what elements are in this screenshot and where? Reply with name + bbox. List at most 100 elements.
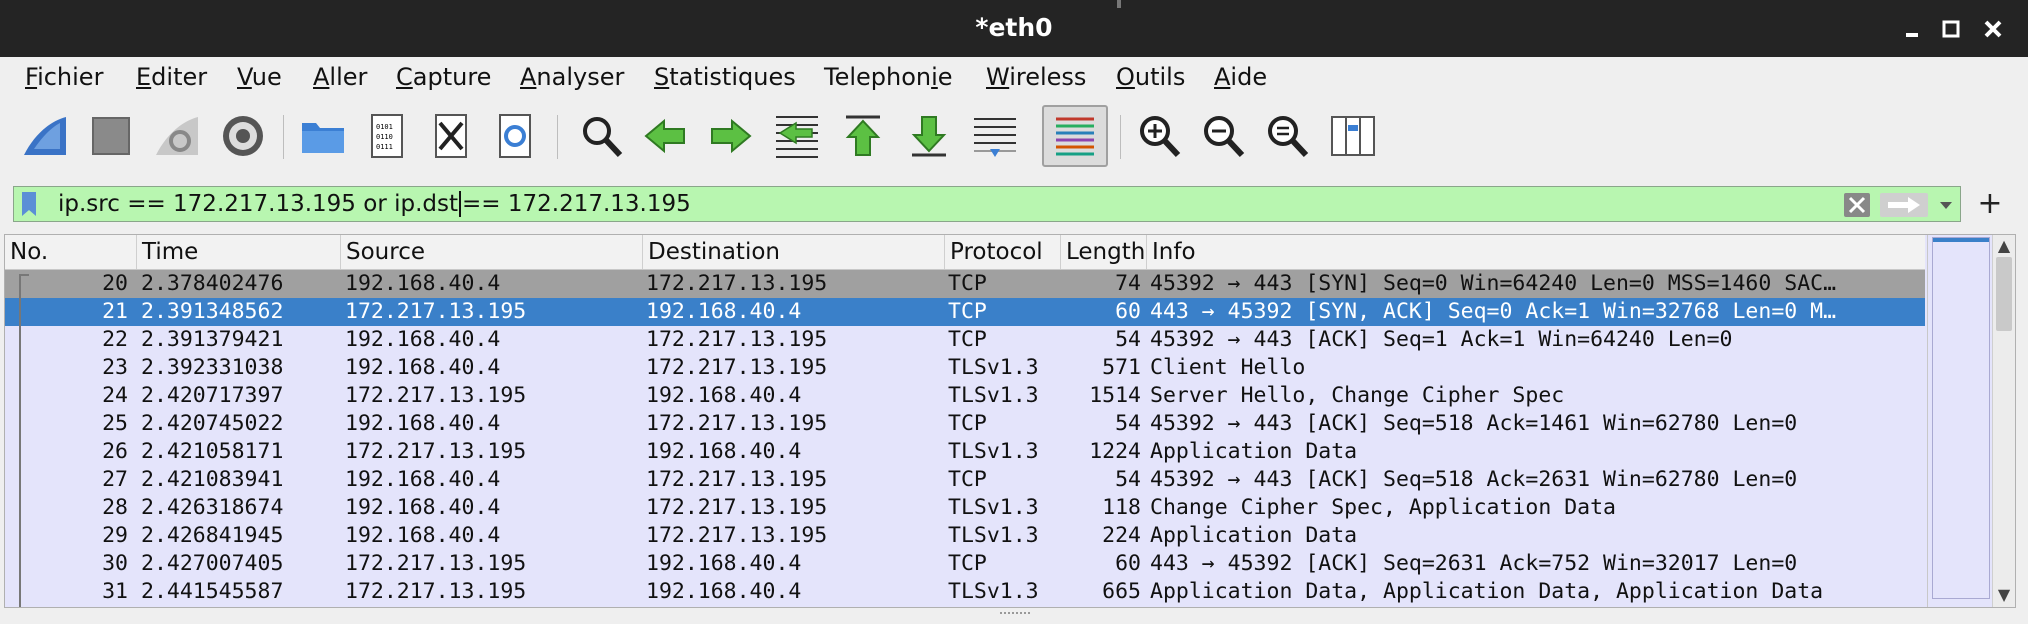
cell-source: 172.217.13.195	[345, 551, 527, 576]
display-filter-bar[interactable]: ip.src == 172.217.13.195 or ip.dst == 172…	[13, 186, 1961, 222]
normal-size-icon[interactable]	[1260, 109, 1314, 163]
capture-options-gear-icon[interactable]	[216, 109, 270, 163]
table-row[interactable]: 23 2.392331038 192.168.40.4 172.217.13.1…	[5, 354, 1925, 382]
cell-destination: 192.168.40.4	[646, 551, 802, 576]
go-back-icon[interactable]	[638, 109, 692, 163]
filter-bookmark-icon[interactable]	[22, 192, 36, 216]
column-header-time[interactable]: Time	[137, 235, 341, 269]
packet-list-scroll-area: ▲ ▼	[1927, 235, 2015, 607]
reload-file-icon[interactable]	[488, 109, 542, 163]
menu-fichier[interactable]: Fichier	[25, 63, 103, 91]
minimize-icon[interactable]	[1898, 14, 1928, 44]
cell-no: 24	[102, 383, 128, 408]
cell-destination: 172.217.13.195	[646, 495, 828, 520]
table-row[interactable]: 30 2.427007405 172.217.13.195 192.168.40…	[5, 550, 1925, 578]
cell-protocol: TLSv1.3	[948, 523, 1039, 548]
save-file-icon[interactable]: 0101 0110 0111	[360, 109, 414, 163]
menu-telephonie[interactable]: Telephonie	[824, 63, 953, 91]
find-packet-icon[interactable]	[574, 109, 628, 163]
table-row[interactable]: 27 2.421083941 192.168.40.4 172.217.13.1…	[5, 466, 1925, 494]
scroll-up-icon[interactable]: ▲	[1996, 238, 2012, 254]
column-header-no[interactable]: No.	[5, 235, 137, 269]
cell-time: 2.426841945	[141, 523, 284, 548]
cell-destination: 172.217.13.195	[646, 467, 828, 492]
display-filter-input[interactable]: ip.src == 172.217.13.195 or ip.dst == 172…	[58, 191, 691, 217]
cell-destination: 172.217.13.195	[646, 355, 828, 380]
shark-fin-start-icon[interactable]	[18, 109, 72, 163]
cell-destination: 172.217.13.195	[646, 327, 828, 352]
restart-capture-icon[interactable]	[150, 109, 204, 163]
autoscroll-icon[interactable]	[968, 109, 1022, 163]
column-header-source[interactable]: Source	[341, 235, 643, 269]
cell-no: 27	[102, 467, 128, 492]
menu-analyser[interactable]: Analyser	[520, 63, 624, 91]
go-forward-icon[interactable]	[704, 109, 758, 163]
column-header-length[interactable]: Length	[1061, 235, 1147, 269]
table-row-selected[interactable]: 21 2.391348562 172.217.13.195 192.168.40…	[5, 298, 1925, 326]
menu-vue[interactable]: Vue	[237, 63, 282, 91]
scroll-down-icon[interactable]: ▼	[1996, 587, 2012, 603]
menu-aide[interactable]: Aide	[1214, 63, 1267, 91]
column-header-destination[interactable]: Destination	[643, 235, 945, 269]
zoom-out-icon[interactable]	[1196, 109, 1250, 163]
cell-protocol: TCP	[948, 467, 987, 492]
cell-time: 2.378402476	[141, 271, 284, 296]
cell-length: 1514	[1089, 383, 1141, 408]
zoom-in-icon[interactable]	[1132, 109, 1186, 163]
packet-rows: 20 2.378402476 192.168.40.4 172.217.13.1…	[5, 270, 1925, 607]
cell-source: 192.168.40.4	[345, 495, 501, 520]
menu-editer[interactable]: Editer	[136, 63, 207, 91]
resize-columns-icon[interactable]	[1326, 109, 1380, 163]
close-file-icon[interactable]	[424, 109, 478, 163]
table-row[interactable]: 24 2.420717397 172.217.13.195 192.168.40…	[5, 382, 1925, 410]
vertical-scrollbar[interactable]: ▲ ▼	[1992, 235, 2015, 607]
column-header-protocol[interactable]: Protocol	[945, 235, 1061, 269]
table-row[interactable]: 31 2.441545587 172.217.13.195 192.168.40…	[5, 578, 1925, 606]
open-folder-icon[interactable]	[296, 109, 350, 163]
cell-source: 172.217.13.195	[345, 383, 527, 408]
cell-length: 571	[1102, 355, 1141, 380]
table-row[interactable]: 20 2.378402476 192.168.40.4 172.217.13.1…	[5, 270, 1925, 298]
packet-minimap[interactable]	[1932, 237, 1990, 599]
table-row[interactable]: 29 2.426841945 192.168.40.4 172.217.13.1…	[5, 522, 1925, 550]
first-packet-icon[interactable]	[836, 109, 890, 163]
cell-source: 192.168.40.4	[345, 523, 501, 548]
cell-destination: 172.217.13.195	[646, 411, 828, 436]
cell-time: 2.391348562	[141, 299, 284, 324]
table-row[interactable]: 22 2.391379421 192.168.40.4 172.217.13.1…	[5, 326, 1925, 354]
menu-aller[interactable]: Aller	[313, 63, 367, 91]
colorize-icon[interactable]	[1042, 105, 1108, 167]
pane-splitter-grip[interactable]	[1000, 612, 1030, 618]
filter-history-dropdown-icon[interactable]	[1936, 193, 1956, 217]
maximize-icon[interactable]	[1936, 14, 1966, 44]
table-row[interactable]: 25 2.420745022 192.168.40.4 172.217.13.1…	[5, 410, 1925, 438]
cell-destination: 192.168.40.4	[646, 299, 802, 324]
cell-info: Application Data	[1150, 523, 1358, 548]
cell-time: 2.427007405	[141, 551, 284, 576]
column-header-info[interactable]: Info	[1147, 235, 1925, 269]
scrollbar-thumb[interactable]	[1996, 257, 2012, 331]
last-packet-icon[interactable]	[902, 109, 956, 163]
table-row[interactable]: 26 2.421058171 172.217.13.195 192.168.40…	[5, 438, 1925, 466]
cell-time: 2.441545587	[141, 579, 284, 604]
close-icon[interactable]	[1978, 14, 2008, 44]
menu-statistiques[interactable]: Statistiques	[654, 63, 796, 91]
cell-protocol: TCP	[948, 411, 987, 436]
cell-no: 29	[102, 523, 128, 548]
clear-filter-icon[interactable]	[1844, 193, 1870, 217]
stop-square-icon[interactable]	[84, 109, 138, 163]
menu-capture[interactable]: Capture	[396, 63, 491, 91]
add-filter-button-icon[interactable]: +	[1972, 186, 2008, 222]
cell-time: 2.426318674	[141, 495, 284, 520]
cell-time: 2.421058171	[141, 439, 284, 464]
apply-filter-arrow-icon[interactable]	[1880, 193, 1928, 217]
menu-wireless[interactable]: Wireless	[986, 63, 1086, 91]
cell-length: 54	[1115, 327, 1141, 352]
cell-time: 2.391379421	[141, 327, 284, 352]
cell-no: 25	[102, 411, 128, 436]
cell-source: 172.217.13.195	[345, 299, 527, 324]
table-row[interactable]: 28 2.426318674 192.168.40.4 172.217.13.1…	[5, 494, 1925, 522]
menu-outils[interactable]: Outils	[1116, 63, 1185, 91]
cell-no: 23	[102, 355, 128, 380]
go-to-packet-icon[interactable]	[770, 109, 824, 163]
